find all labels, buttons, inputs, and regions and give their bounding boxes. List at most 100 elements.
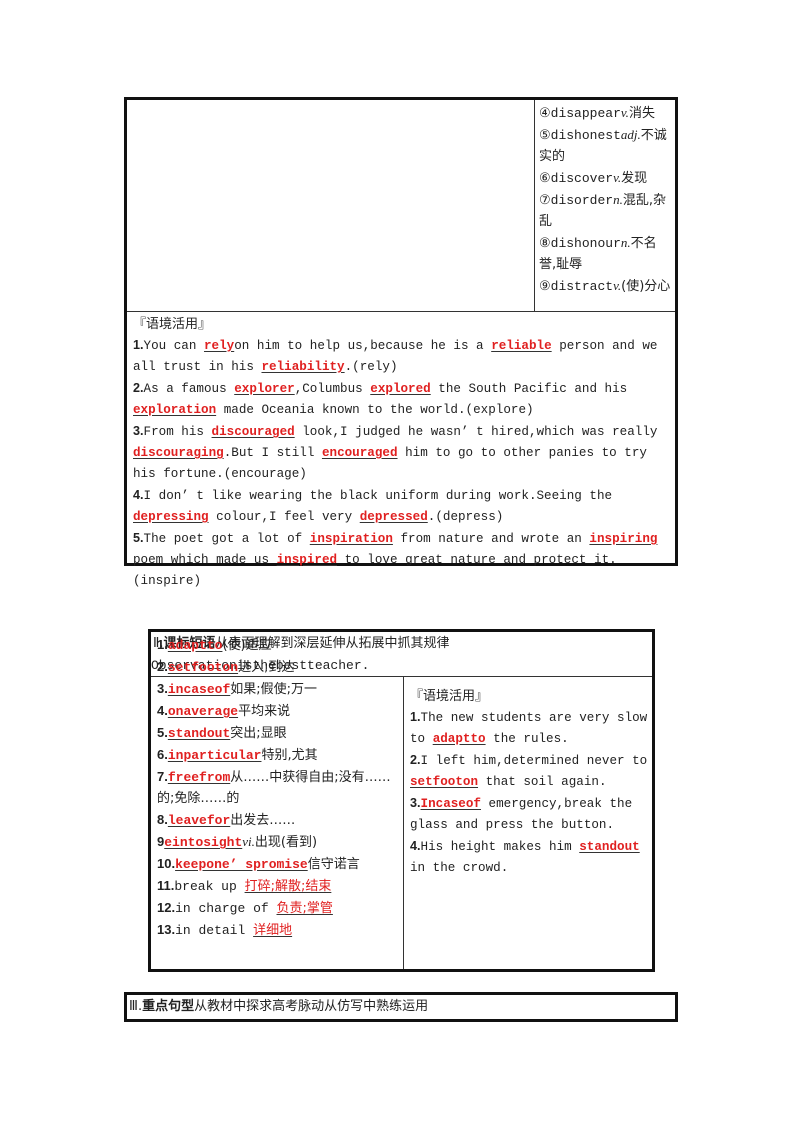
phrase-item: 13.in detail 详细地 — [157, 919, 401, 941]
context-header: 『语境活用』 — [410, 689, 489, 704]
answer-blank: incaseof — [167, 682, 231, 697]
context-usage-block: 『语境活用』 1.The new students are very slow … — [410, 686, 648, 879]
phrases-table: Ⅱ.课标短语从表面理解到深层延伸从拓展中抓其规律 Observationisth… — [148, 629, 655, 972]
sentence-item: 1.The new students are very slow to adap… — [410, 707, 648, 750]
answer-blank: adaptto — [167, 638, 223, 653]
phrase-meaning: 平均来说 — [238, 704, 291, 719]
vocab-meaning: (使)分心 — [621, 279, 671, 294]
phrase-number: 11. — [157, 878, 175, 893]
phrase-number: 12. — [157, 900, 176, 915]
sentence-text: colour,I feel very — [208, 510, 360, 524]
answer-blank: reliability — [261, 360, 345, 374]
phrase-meaning: 特别,尤其 — [261, 748, 318, 763]
phrase-item: 3.incaseof如果;假使;万一 — [157, 678, 401, 700]
sentence-item: 2.I left him,determined never to setfoot… — [410, 750, 648, 793]
sentence-number: 1. — [410, 710, 421, 724]
sentence-text: I don’ t like wearing the black uniform … — [143, 489, 613, 503]
answer-blank: freefrom — [167, 770, 231, 785]
answer-blank: reliable — [491, 339, 552, 353]
sentence-text: From his — [143, 425, 212, 439]
answer-blank: discouraged — [211, 425, 295, 439]
answer-blank: 详细地 — [253, 923, 293, 938]
phrase-item: 2.setfooton进入;到达 — [157, 656, 401, 678]
answer-blank: standout — [579, 840, 640, 854]
sentence-text: His height makes him — [420, 840, 580, 854]
phrase-number: 10. — [157, 856, 176, 871]
vocab-word: discover — [550, 171, 614, 186]
phrase-meaning: 信守诺言 — [307, 857, 360, 872]
answer-blank: explorer — [234, 382, 295, 396]
vocab-item: ⑦disordern.混乱,杂乱 — [539, 189, 671, 232]
vocab-pos: v. — [613, 278, 622, 293]
phrase-meaning: 出发去…… — [230, 813, 296, 828]
sentence-text: .(depress) — [427, 510, 504, 524]
sentence-text: the South Pacific and his — [430, 382, 628, 396]
phrase-meaning: 如果;假使;万一 — [230, 682, 318, 697]
sentence-list: 1.You can relyon him to help us,because … — [133, 335, 669, 592]
sentence-text: .(rely) — [344, 360, 398, 374]
empty-cell — [127, 100, 535, 311]
answer-blank: 负责;掌管 — [276, 901, 333, 916]
vocab-word: disorder — [550, 193, 614, 208]
phrase-item: 5.standout突出;显眼 — [157, 722, 401, 744]
answer-blank: setfooton — [410, 775, 479, 789]
phrase-number: 8. — [157, 812, 168, 827]
section-numeral: Ⅲ. — [129, 999, 143, 1014]
vocab-pos: adj. — [620, 127, 641, 142]
vocab-word: dishonest — [550, 128, 621, 143]
sentence-number: 4. — [133, 488, 144, 502]
phrase-item: 9eintosightvi.出现(看到) — [157, 831, 401, 853]
section-title-line: Ⅲ.重点句型从教材中探求高考脉动从仿写中熟练运用 — [129, 997, 428, 1017]
sentence-number: 2. — [410, 753, 421, 767]
phrase-item: 6.inparticular特别,尤其 — [157, 744, 401, 766]
answer-blank: leavefor — [167, 813, 231, 828]
vocab-pos: n. — [620, 235, 631, 250]
vocab-marker: ⑦ — [539, 193, 551, 208]
sentence-number: 1. — [133, 338, 144, 352]
answer-blank: discouraging — [133, 446, 224, 460]
phrase-number: 5. — [157, 725, 168, 740]
answer-blank: depressed — [359, 510, 428, 524]
context-usage-block: 『语境活用』 1.You can relyon him to help us,b… — [133, 314, 669, 592]
vocab-pos: n. — [613, 192, 623, 207]
answer-blank: 打碎;解散;结束 — [244, 879, 332, 894]
answer-blank: onaverage — [167, 704, 239, 719]
vocab-pos: v. — [613, 170, 622, 185]
sentence-text: in the crowd. — [410, 861, 509, 875]
sentence-item: 3.From his discouraged look,I judged he … — [133, 421, 669, 485]
phrase-meaning: 进入;到达 — [238, 660, 295, 675]
sentence-number: 5. — [133, 531, 144, 545]
answer-blank: inparticular — [167, 748, 262, 763]
sentence-item: 2.As a famous explorer,Columbus explored… — [133, 378, 669, 421]
vocab-item: ⑤dishonestadj.不诚实的 — [539, 124, 671, 167]
phrase-item: 8.leavefor出发去…… — [157, 809, 401, 831]
sentence-text: I left him,determined never to — [420, 754, 648, 768]
vocab-item: ⑨distractv.(使)分心 — [539, 275, 671, 297]
phrase-text: in charge of — [175, 901, 277, 916]
sentence-item: 4.I don’ t like wearing the black unifor… — [133, 485, 669, 528]
vocab-list: ④disappearv.消失 ⑤dishonestadj.不诚实的 ⑥discove… — [539, 102, 671, 297]
phrase-number: 1. — [157, 637, 168, 652]
section-title: 重点句型 — [142, 999, 195, 1014]
phrase-item: 12.in charge of 负责;掌管 — [157, 897, 401, 919]
sentence-text: that soil again. — [478, 775, 607, 789]
answer-blank: inspired — [276, 553, 338, 567]
sentence-text: the rules. — [485, 732, 569, 746]
phrase-number: 3. — [157, 681, 168, 696]
sentence-text: .But I still — [223, 446, 322, 460]
answer-blank: Incaseof — [420, 797, 481, 811]
sentence-text: from nature and wrote an — [392, 532, 590, 546]
phrase-item: 4.onaverage平均来说 — [157, 700, 401, 722]
answer-blank: rely — [203, 339, 235, 353]
phrase-text: in detail — [175, 923, 254, 938]
answer-blank: explored — [370, 382, 431, 396]
sentence-number: 3. — [410, 796, 421, 810]
vocab-item: ⑥discoverv.发现 — [539, 167, 671, 189]
answer-blank: depressing — [133, 510, 209, 524]
phrase-pos: vi. — [242, 834, 255, 849]
answer-blank: adaptto — [432, 732, 486, 746]
section-3-header: Ⅲ.重点句型从教材中探求高考脉动从仿写中熟练运用 — [124, 992, 678, 1022]
vocab-item: ⑧dishonourn.不名誉,耻辱 — [539, 232, 671, 275]
sentence-number: 2. — [133, 381, 144, 395]
sentence-text: on him to help us,because he is a — [234, 339, 492, 353]
